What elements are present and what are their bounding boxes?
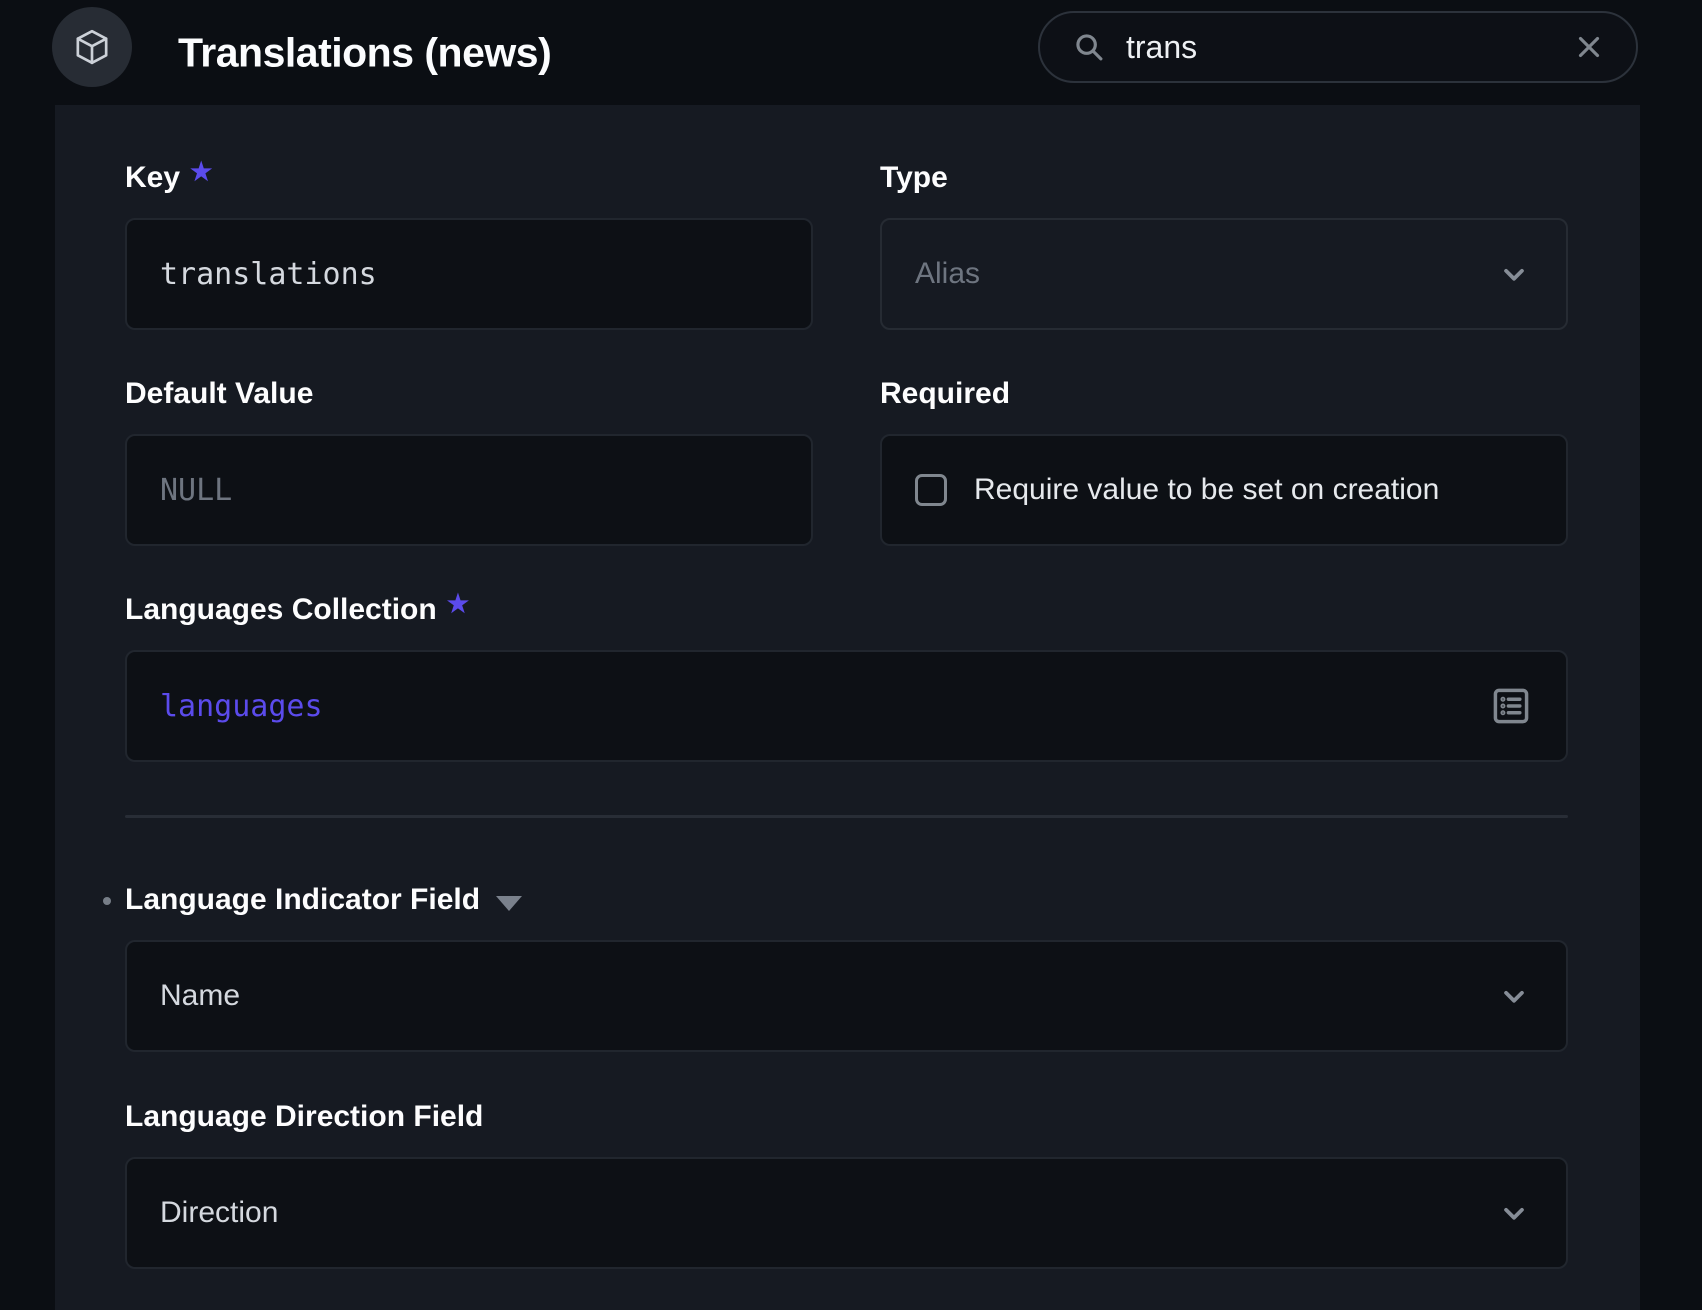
cube-icon (72, 27, 112, 67)
section-divider (125, 815, 1568, 818)
default-value-field-group: Default Value NULL (125, 376, 813, 546)
language-direction-label: Language Direction Field (125, 1099, 1568, 1135)
type-field-group: Type Alias (880, 160, 1568, 330)
modified-dot-icon (103, 897, 111, 905)
search-bar[interactable]: trans (1038, 11, 1638, 83)
chevron-down-icon (1495, 977, 1533, 1015)
field-settings-panel: Key ★ translations Type Alias (55, 105, 1640, 1310)
language-indicator-field-group: Language Indicator Field Name (125, 882, 1568, 1052)
required-field-group: Required Require value to be set on crea… (880, 376, 1568, 546)
search-icon (1070, 28, 1108, 66)
language-direction-select[interactable]: Direction (125, 1157, 1568, 1269)
languages-collection-input[interactable]: languages (125, 650, 1568, 762)
required-star: ★ (190, 154, 212, 190)
languages-collection-label: Languages Collection ★ (125, 592, 1568, 628)
field-type-icon-button[interactable] (52, 7, 132, 87)
drawer-header: Translations (news) trans (0, 0, 1702, 105)
search-input[interactable]: trans (1126, 29, 1572, 66)
languages-collection-field-group: Languages Collection ★ languages (125, 592, 1568, 762)
page-title: Translations (news) (178, 29, 551, 76)
type-select[interactable]: Alias (880, 218, 1568, 330)
required-checkbox-label: Require value to be set on creation (974, 473, 1439, 507)
list-alt-icon[interactable] (1489, 684, 1533, 728)
required-star: ★ (447, 586, 469, 622)
default-value-label: Default Value (125, 376, 813, 412)
default-value-input[interactable]: NULL (125, 434, 813, 546)
chevron-down-icon (1495, 255, 1533, 293)
key-input[interactable]: translations (125, 218, 813, 330)
type-label: Type (880, 160, 1568, 196)
language-indicator-label[interactable]: Language Indicator Field (125, 882, 1568, 918)
language-direction-field-group: Language Direction Field Direction (125, 1099, 1568, 1269)
key-field-group: Key ★ translations (125, 160, 813, 330)
checkbox-unchecked-icon[interactable] (915, 474, 947, 506)
clear-search-icon[interactable] (1572, 30, 1606, 64)
caret-down-icon[interactable] (496, 896, 522, 911)
chevron-down-icon (1495, 1194, 1533, 1232)
language-indicator-select[interactable]: Name (125, 940, 1568, 1052)
required-label: Required (880, 376, 1568, 412)
key-label: Key ★ (125, 160, 813, 196)
required-checkbox-row[interactable]: Require value to be set on creation (880, 434, 1568, 546)
